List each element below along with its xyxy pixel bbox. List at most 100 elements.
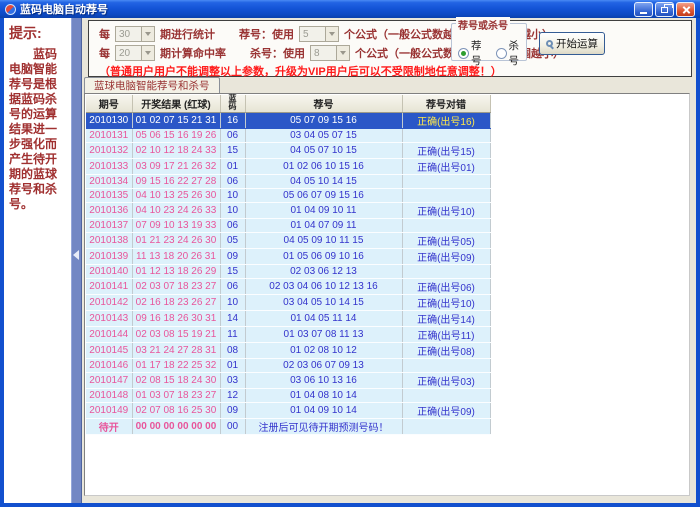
chevron-down-icon[interactable] bbox=[336, 46, 349, 60]
table-row[interactable]: 201014202 16 18 23 26 271003 04 05 10 14… bbox=[86, 294, 490, 310]
stat-period-label: 期进行统计 bbox=[160, 26, 215, 42]
cell-red-balls: 03 21 24 27 28 31 bbox=[132, 342, 220, 358]
cell-blue-ball: 14 bbox=[220, 310, 245, 326]
cell-blue-ball: 06 bbox=[220, 128, 245, 142]
cell-suggest: 注册后可见待开期预测号码！ bbox=[245, 418, 402, 434]
table-row[interactable]: 201013707 09 10 13 19 330601 04 07 09 11 bbox=[86, 218, 490, 232]
cell-suggest: 01 03 07 08 11 13 bbox=[245, 326, 402, 342]
cell-result: 正确(出号01) bbox=[402, 158, 490, 174]
table-row[interactable]: 201013911 13 18 20 26 310901 05 06 09 10… bbox=[86, 248, 490, 264]
cell-suggest: 01 02 06 10 15 16 bbox=[245, 158, 402, 174]
cell-period: 2010136 bbox=[86, 202, 132, 218]
tab-smart-suggest[interactable]: 蓝球电脑智能荐号和杀号 bbox=[84, 77, 220, 94]
cell-red-balls: 02 10 12 18 24 33 bbox=[132, 142, 220, 158]
table-row[interactable]: 201013303 09 17 21 26 320101 02 06 10 15… bbox=[86, 158, 490, 174]
cell-suggest: 05 07 09 15 16 bbox=[245, 112, 402, 128]
cell-period: 2010145 bbox=[86, 342, 132, 358]
run-button[interactable]: 开始运算 bbox=[539, 32, 605, 55]
cell-result: 正确(出号06) bbox=[402, 278, 490, 294]
cell-blue-ball: 01 bbox=[220, 158, 245, 174]
column-header: 期号 bbox=[86, 95, 132, 112]
cell-period: 2010149 bbox=[86, 402, 132, 418]
cell-blue-ball: 10 bbox=[220, 188, 245, 202]
cell-blue-ball: 03 bbox=[220, 372, 245, 388]
kill-formula-select[interactable]: 8 bbox=[310, 45, 350, 61]
cell-period: 2010130 bbox=[86, 112, 132, 128]
chevron-down-icon[interactable] bbox=[325, 27, 338, 41]
cell-result: 正确(出号05) bbox=[402, 232, 490, 248]
cell-red-balls: 02 07 08 16 25 30 bbox=[132, 402, 220, 418]
results-panel: 期号开奖结果 (红球)蓝码荐号荐号对错 201013001 02 07 15 2… bbox=[84, 93, 690, 496]
cell-suggest: 01 04 09 10 14 bbox=[245, 402, 402, 418]
window-title: 蓝码电脑自动荐号 bbox=[20, 1, 634, 17]
restore-icon bbox=[661, 7, 668, 13]
table-row[interactable]: 201013801 21 23 24 26 300504 05 09 10 11… bbox=[86, 232, 490, 248]
cell-red-balls: 07 09 10 13 19 33 bbox=[132, 218, 220, 232]
table-row[interactable]: 201014601 17 18 22 25 320102 03 06 07 09… bbox=[86, 358, 490, 372]
table-row[interactable]: 201013504 10 13 25 26 301005 06 07 09 15… bbox=[86, 188, 490, 202]
close-button[interactable] bbox=[676, 2, 695, 17]
cell-period: 2010143 bbox=[86, 310, 132, 326]
table-row[interactable]: 201014309 16 18 26 30 311401 04 05 11 14… bbox=[86, 310, 490, 326]
collapse-left-icon[interactable] bbox=[73, 250, 79, 260]
cell-blue-ball: 00 bbox=[220, 418, 245, 434]
cell-suggest: 02 03 06 07 09 13 bbox=[245, 358, 402, 372]
table-row[interactable]: 201014902 07 08 16 25 300901 04 09 10 14… bbox=[86, 402, 490, 418]
table-body: 201013001 02 07 15 21 311605 07 09 15 16… bbox=[86, 112, 490, 434]
suggest-formula-select[interactable]: 5 bbox=[299, 26, 339, 42]
cell-period: 待开 bbox=[86, 418, 132, 434]
table-row[interactable]: 201014503 21 24 27 28 310801 02 08 10 12… bbox=[86, 342, 490, 358]
cell-period: 2010144 bbox=[86, 326, 132, 342]
cell-period: 2010142 bbox=[86, 294, 132, 310]
table-row[interactable]: 201014001 12 13 18 26 291502 03 06 12 13 bbox=[86, 264, 490, 278]
cell-blue-ball: 10 bbox=[220, 202, 245, 218]
cell-red-balls: 09 16 18 26 30 31 bbox=[132, 310, 220, 326]
table-row[interactable]: 201014402 03 08 15 19 211101 03 07 08 11… bbox=[86, 326, 490, 342]
table-row[interactable]: 待开00 00 00 00 00 0000注册后可见待开期预测号码！ bbox=[86, 418, 490, 434]
hitrate-period-label: 期计算命中率 bbox=[160, 45, 226, 61]
minimize-button[interactable] bbox=[634, 2, 653, 17]
hitrate-period-select[interactable]: 20 bbox=[115, 45, 155, 61]
table-row[interactable]: 201013001 02 07 15 21 311605 07 09 15 16… bbox=[86, 112, 490, 128]
cell-blue-ball: 12 bbox=[220, 388, 245, 402]
cell-period: 2010138 bbox=[86, 232, 132, 248]
table-row[interactable]: 201013202 10 12 18 24 331504 05 07 10 15… bbox=[86, 142, 490, 158]
cell-blue-ball: 15 bbox=[220, 142, 245, 158]
cell-result bbox=[402, 188, 490, 202]
cell-period: 2010133 bbox=[86, 158, 132, 174]
table-row[interactable]: 201013105 06 15 16 19 260603 04 05 07 15 bbox=[86, 128, 490, 142]
app-icon bbox=[5, 4, 16, 15]
stat-period-select[interactable]: 30 bbox=[115, 26, 155, 42]
cell-result: 正确(出号14) bbox=[402, 310, 490, 326]
table-row[interactable]: 201013409 15 16 22 27 280604 05 10 14 15 bbox=[86, 174, 490, 188]
cell-blue-ball: 06 bbox=[220, 278, 245, 294]
cell-period: 2010140 bbox=[86, 264, 132, 278]
tip-panel: 提示: 蓝码电脑智能荐号是根据蓝码杀号的运算结果进一步强化而产生待开期的蓝球荐号… bbox=[4, 18, 71, 503]
cell-red-balls: 01 21 23 24 26 30 bbox=[132, 232, 220, 248]
title-bar: 蓝码电脑自动荐号 bbox=[0, 0, 700, 18]
radio-suggest[interactable]: 荐号 bbox=[458, 38, 489, 68]
radio-kill[interactable]: 杀号 bbox=[496, 38, 527, 68]
every-label: 每 bbox=[99, 26, 110, 42]
window-controls bbox=[634, 2, 695, 17]
panel-splitter[interactable] bbox=[71, 18, 82, 503]
cell-result bbox=[402, 418, 490, 434]
cell-red-balls: 03 09 17 21 26 32 bbox=[132, 158, 220, 174]
chevron-down-icon[interactable] bbox=[141, 27, 154, 41]
restore-button[interactable] bbox=[655, 2, 674, 17]
table-row[interactable]: 201014702 08 15 18 24 300303 06 10 13 16… bbox=[86, 372, 490, 388]
table-row[interactable]: 201013604 10 23 24 26 331001 04 09 10 11… bbox=[86, 202, 490, 218]
cell-period: 2010137 bbox=[86, 218, 132, 232]
mode-groupbox: 荐号或杀号 荐号 杀号 bbox=[451, 23, 527, 61]
minimize-icon bbox=[640, 12, 647, 14]
table-row[interactable]: 201014801 03 07 18 23 271201 04 08 10 14 bbox=[86, 388, 490, 402]
app-window: 蓝码电脑自动荐号 提示: 蓝码电脑智能荐号是根据蓝码杀号的运算结果进一步强化而产… bbox=[0, 0, 700, 507]
suggest-use-label: 荐号：使用 bbox=[239, 26, 294, 42]
chevron-down-icon[interactable] bbox=[141, 46, 154, 60]
main-area: 每 30 期进行统计 荐号：使用 5 个公式（一般公式数越少，荐号范围越小） bbox=[82, 18, 696, 503]
table-row[interactable]: 201014102 03 07 18 23 270602 03 04 06 10… bbox=[86, 278, 490, 294]
cell-period: 2010134 bbox=[86, 174, 132, 188]
cell-result: 正确(出号10) bbox=[402, 294, 490, 310]
cell-suggest: 01 05 06 09 10 16 bbox=[245, 248, 402, 264]
cell-blue-ball: 06 bbox=[220, 218, 245, 232]
